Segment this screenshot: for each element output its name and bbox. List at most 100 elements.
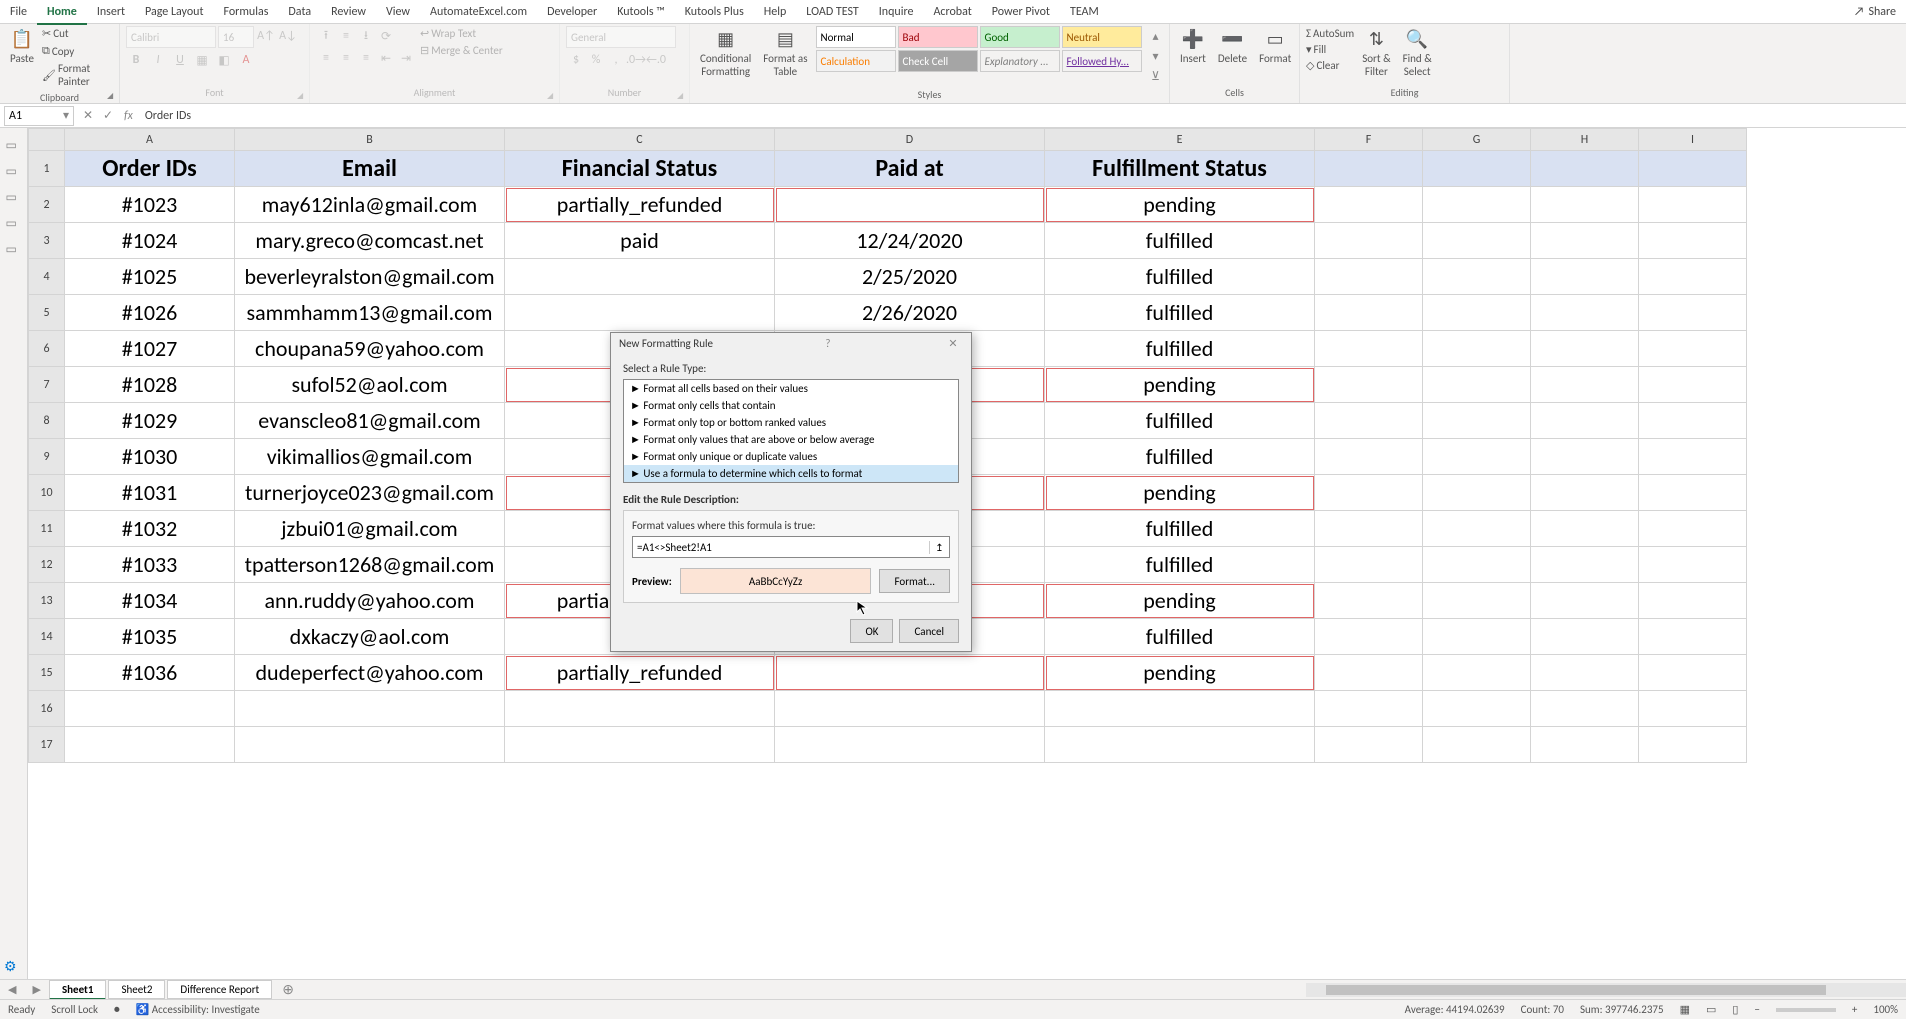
column-header[interactable]: E: [1045, 129, 1315, 151]
cell[interactable]: [1423, 511, 1531, 547]
wrap-text-button[interactable]: ↩Wrap Text: [420, 26, 503, 41]
increase-decimal-icon[interactable]: .0→: [626, 50, 646, 70]
column-header[interactable]: B: [235, 129, 505, 151]
cell[interactable]: [1315, 619, 1423, 655]
cell[interactable]: mary.greco@comcast.net: [235, 223, 505, 259]
tab-load-test[interactable]: LOAD TEST: [796, 1, 869, 23]
cell[interactable]: [1639, 727, 1747, 763]
cell[interactable]: [505, 691, 775, 727]
cell[interactable]: [1531, 259, 1639, 295]
cell[interactable]: #1036: [65, 655, 235, 691]
column-header[interactable]: D: [775, 129, 1045, 151]
format-painter-button[interactable]: 🖌Format Painter: [42, 61, 113, 89]
tab-review[interactable]: Review: [321, 1, 376, 23]
cut-button[interactable]: ✂Cut: [42, 26, 113, 41]
merge-center-button[interactable]: ⊟Merge & Center: [420, 43, 503, 58]
format-cells-button[interactable]: ▭Format: [1255, 26, 1295, 67]
rule-type-item[interactable]: ► Format all cells based on their values: [624, 380, 958, 397]
row-header[interactable]: 5: [29, 295, 65, 331]
rule-type-list[interactable]: ► Format all cells based on their values…: [623, 379, 959, 483]
cell[interactable]: pending: [1045, 475, 1315, 511]
ok-button[interactable]: OK: [850, 619, 893, 643]
cancel-button[interactable]: Cancel: [899, 619, 959, 643]
cell[interactable]: [1639, 439, 1747, 475]
font-name-dropdown[interactable]: Calibri: [126, 26, 216, 48]
cell[interactable]: [1531, 619, 1639, 655]
column-header[interactable]: F: [1315, 129, 1423, 151]
row-header[interactable]: 8: [29, 403, 65, 439]
clear-button[interactable]: ◇Clear: [1306, 58, 1354, 73]
align-left-icon[interactable]: ≡: [316, 48, 336, 68]
fill-color-button[interactable]: ◧: [214, 50, 234, 70]
dialog-titlebar[interactable]: New Formatting Rule ? ✕: [611, 333, 971, 354]
style-more-icon[interactable]: ⊻: [1146, 66, 1166, 86]
align-center-icon[interactable]: ≡: [336, 48, 356, 68]
copy-button[interactable]: ⧉Copy: [42, 43, 113, 59]
cell[interactable]: [1315, 475, 1423, 511]
conditional-formatting-button[interactable]: ▦ Conditional Formatting: [696, 26, 755, 80]
cell[interactable]: [1315, 511, 1423, 547]
rule-type-item[interactable]: ► Format only unique or duplicate values: [624, 448, 958, 465]
zoom-level[interactable]: 100%: [1873, 1003, 1898, 1016]
cell[interactable]: [1639, 223, 1747, 259]
cell[interactable]: fulfilled: [1045, 547, 1315, 583]
column-header[interactable]: I: [1639, 129, 1747, 151]
cell[interactable]: [1315, 655, 1423, 691]
cancel-formula-icon[interactable]: ✕: [78, 106, 98, 126]
cell[interactable]: [1531, 583, 1639, 619]
cell[interactable]: [235, 727, 505, 763]
comma-icon[interactable]: ,: [606, 50, 626, 70]
cell[interactable]: [1531, 367, 1639, 403]
row-header[interactable]: 16: [29, 691, 65, 727]
cell[interactable]: fulfilled: [1045, 439, 1315, 475]
cell[interactable]: paid: [505, 223, 775, 259]
cell[interactable]: #1027: [65, 331, 235, 367]
tab-acrobat[interactable]: Acrobat: [923, 1, 981, 23]
enter-formula-icon[interactable]: ✓: [98, 106, 118, 126]
zoom-slider[interactable]: [1776, 1008, 1836, 1012]
cell[interactable]: fulfilled: [1045, 259, 1315, 295]
align-top-icon[interactable]: ⭱: [316, 26, 336, 46]
cell[interactable]: [1045, 691, 1315, 727]
cell[interactable]: [1315, 403, 1423, 439]
cell[interactable]: [1315, 727, 1423, 763]
cell[interactable]: fulfilled: [1045, 295, 1315, 331]
cell[interactable]: may612inla@gmail.com: [235, 187, 505, 223]
cell[interactable]: [1423, 259, 1531, 295]
tab-kutools-plus[interactable]: Kutools Plus: [675, 1, 754, 23]
row-header[interactable]: 1: [29, 151, 65, 187]
cell[interactable]: [1639, 691, 1747, 727]
cell[interactable]: fulfilled: [1045, 223, 1315, 259]
cell[interactable]: [1315, 331, 1423, 367]
cell[interactable]: evanscleo81@gmail.com: [235, 403, 505, 439]
cell[interactable]: #1031: [65, 475, 235, 511]
cell[interactable]: [1639, 583, 1747, 619]
style-calculation[interactable]: Calculation: [816, 50, 896, 72]
cell[interactable]: [1315, 547, 1423, 583]
italic-button[interactable]: I: [148, 50, 168, 70]
style-scroll-up-icon[interactable]: ▴: [1146, 26, 1166, 46]
header-cell[interactable]: [1315, 151, 1423, 187]
currency-icon[interactable]: $: [566, 50, 586, 70]
cell[interactable]: sufol52@aol.com: [235, 367, 505, 403]
settings-gear-icon[interactable]: ⚙: [4, 958, 17, 975]
cell[interactable]: #1026: [65, 295, 235, 331]
header-cell[interactable]: [1423, 151, 1531, 187]
cell[interactable]: fulfilled: [1045, 619, 1315, 655]
cell[interactable]: [1531, 223, 1639, 259]
cell[interactable]: [1531, 331, 1639, 367]
cell[interactable]: [1315, 223, 1423, 259]
cell[interactable]: [1639, 403, 1747, 439]
cell[interactable]: [1315, 367, 1423, 403]
cell[interactable]: #1028: [65, 367, 235, 403]
cell[interactable]: [1639, 547, 1747, 583]
cell[interactable]: [1639, 259, 1747, 295]
cell[interactable]: [1423, 187, 1531, 223]
cell[interactable]: 2/25/2020: [775, 259, 1045, 295]
row-header[interactable]: 2: [29, 187, 65, 223]
orientation-icon[interactable]: ⟳: [376, 26, 396, 46]
insert-cells-button[interactable]: ➕Insert: [1176, 26, 1210, 67]
rule-type-item[interactable]: ► Format only values that are above or b…: [624, 431, 958, 448]
tab-page-layout[interactable]: Page Layout: [135, 1, 213, 23]
share-button[interactable]: ↗ Share: [1854, 5, 1896, 19]
